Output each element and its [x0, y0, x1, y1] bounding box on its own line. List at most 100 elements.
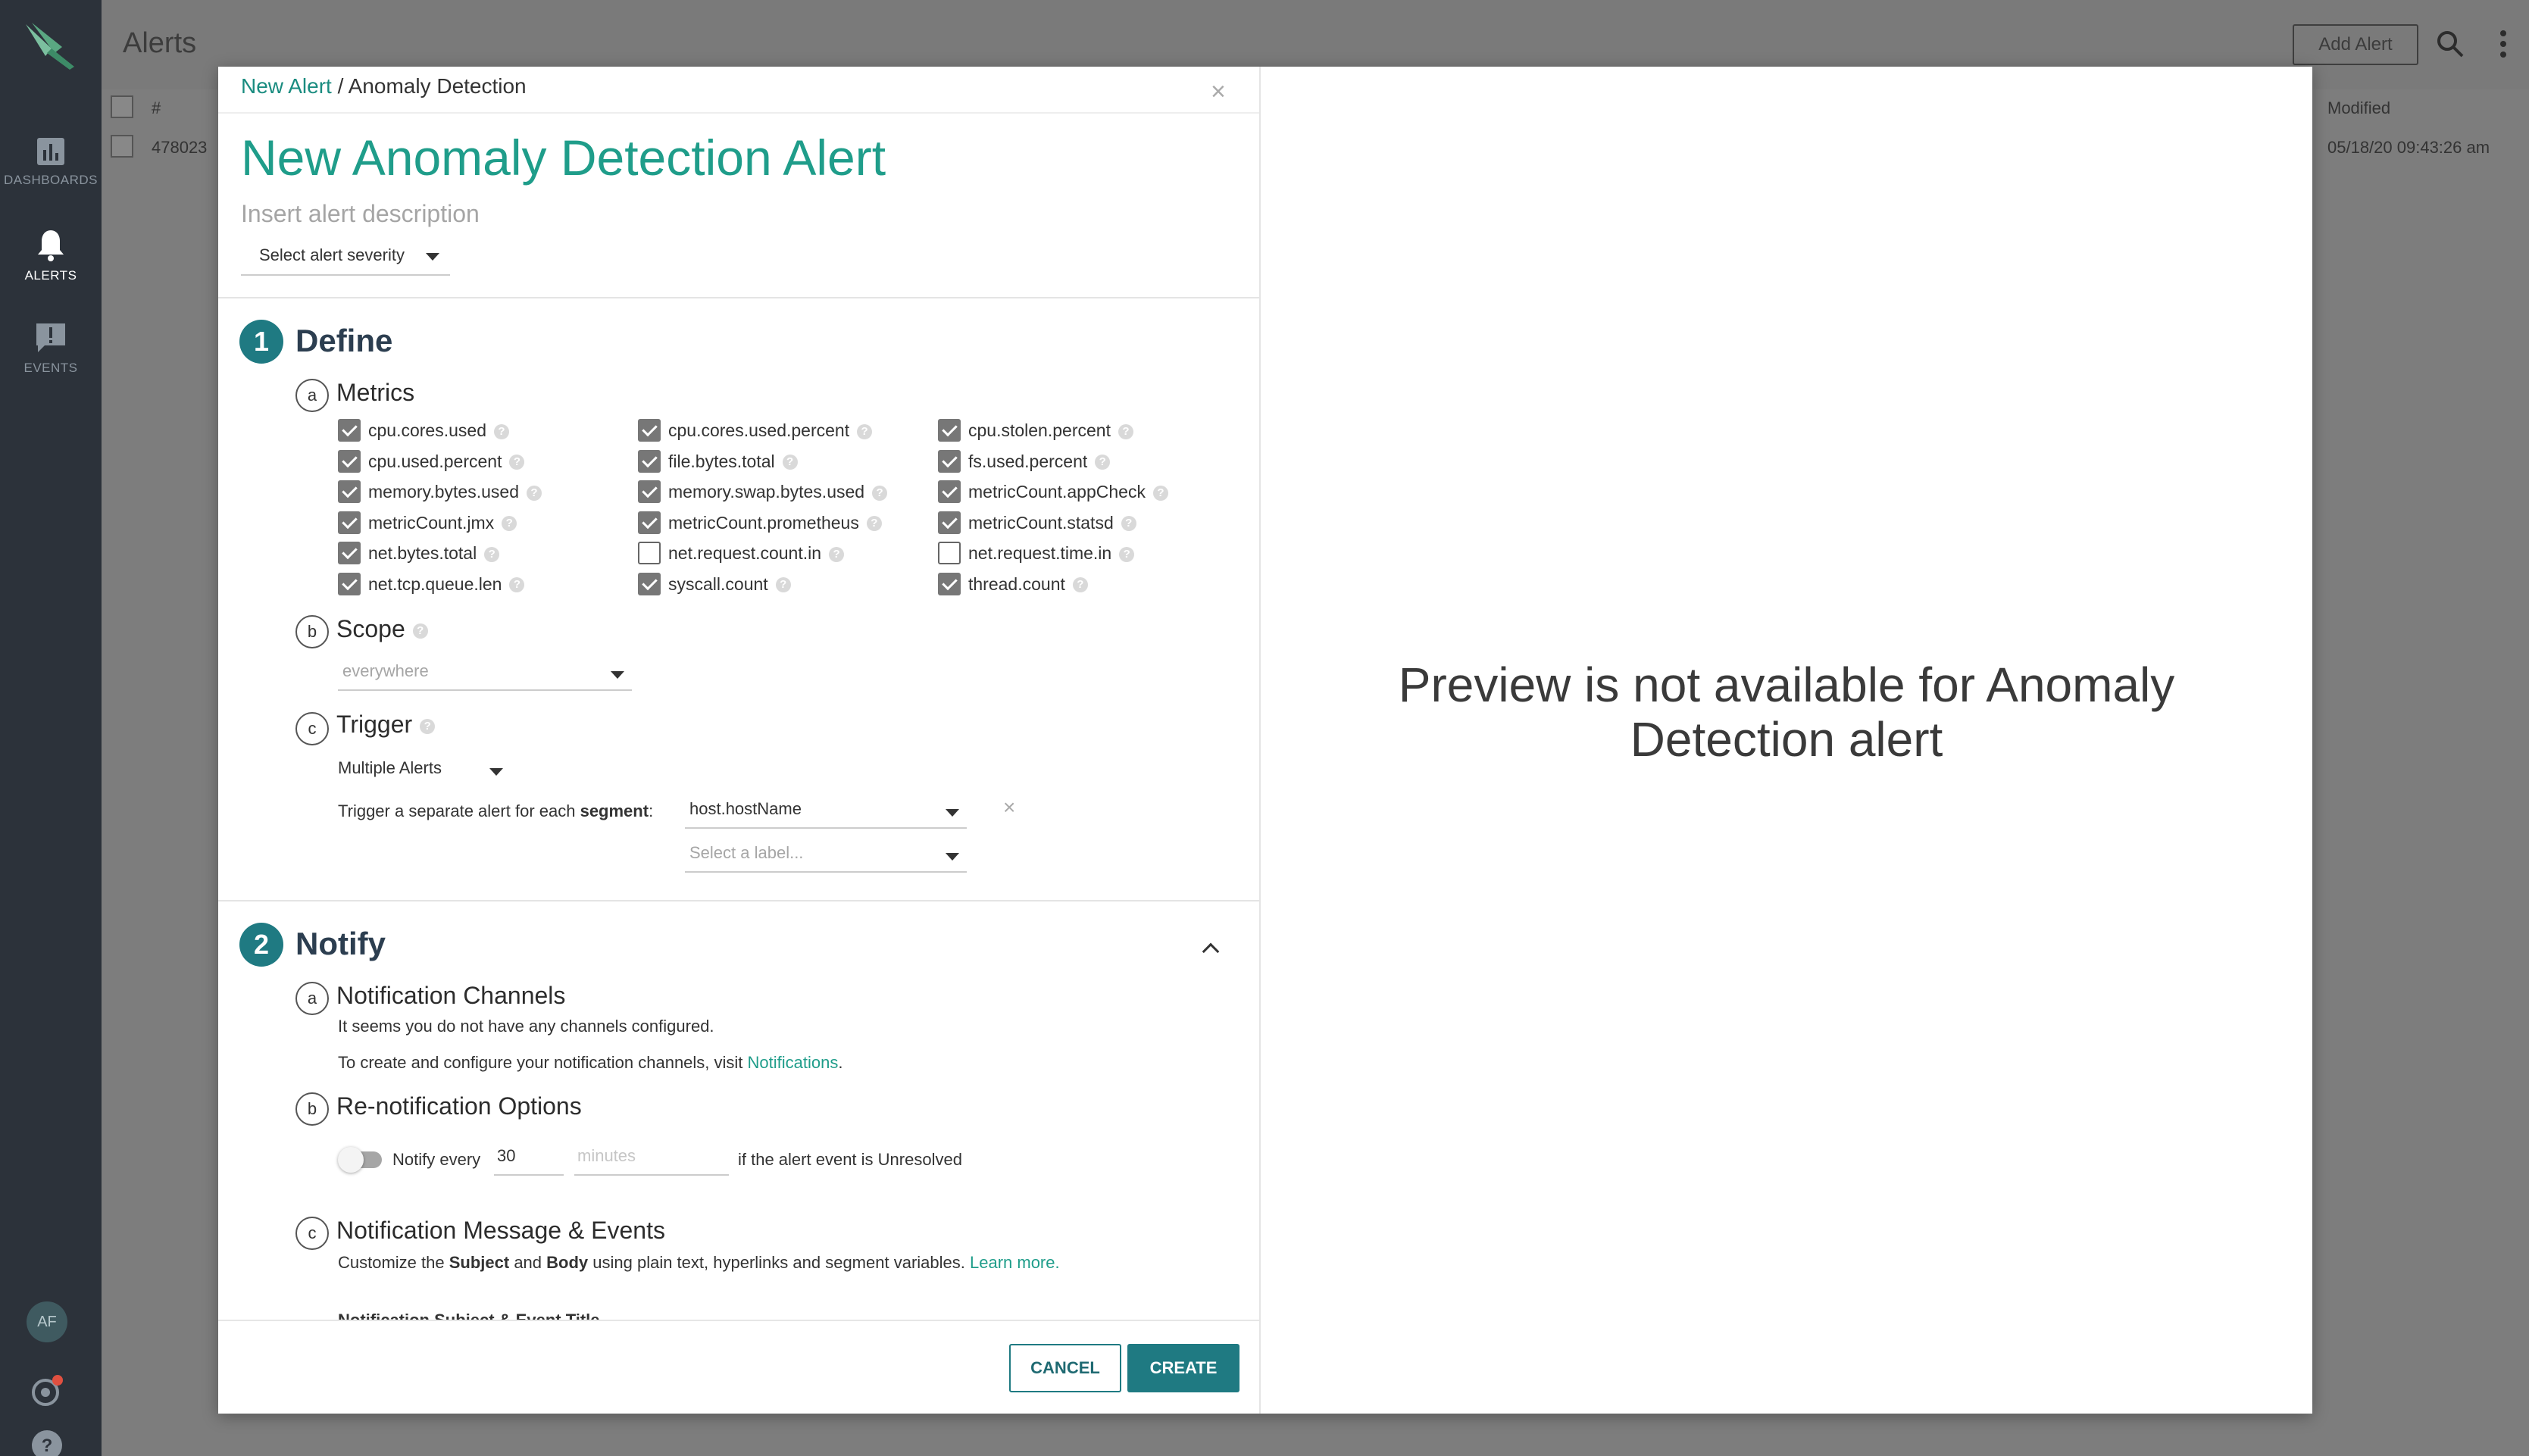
add-alert-button[interactable]: Add Alert [2293, 24, 2418, 65]
help-icon[interactable]: ? [502, 516, 517, 532]
metric-checkbox[interactable] [338, 511, 361, 534]
help-icon[interactable]: ? [782, 455, 798, 470]
metric-checkbox[interactable] [338, 419, 361, 442]
toggle-knob [338, 1147, 364, 1173]
learn-more-link[interactable]: Learn more. [970, 1253, 1060, 1272]
help-icon[interactable]: ? [1072, 577, 1088, 593]
metric-item[interactable]: metricCount.statsd? [938, 511, 1226, 538]
scope-dropdown[interactable]: everywhere [338, 656, 632, 691]
bar-chart-icon [37, 138, 64, 165]
metric-item[interactable]: metricCount.jmx? [338, 511, 626, 538]
metric-item[interactable]: cpu.stolen.percent? [938, 418, 1226, 445]
chevron-down-icon [946, 853, 959, 861]
help-icon[interactable]: ? [493, 423, 509, 439]
metric-checkbox[interactable] [638, 480, 661, 503]
breadcrumb-new-alert-link[interactable]: New Alert [241, 74, 332, 98]
metric-item[interactable]: cpu.cores.used? [338, 418, 626, 445]
logo-icon[interactable] [21, 18, 79, 71]
chevron-up-icon[interactable] [1202, 942, 1220, 961]
metric-item[interactable]: net.bytes.total? [338, 541, 626, 568]
metric-item[interactable]: thread.count? [938, 572, 1226, 599]
renotify-interval-input[interactable]: 30 [494, 1141, 564, 1176]
scope-title: Scope? [336, 615, 428, 643]
segment-label-dropdown[interactable]: Select a label... [685, 838, 967, 873]
metric-label-wrap: net.request.time.in? [968, 541, 1135, 565]
metric-checkbox[interactable] [938, 419, 961, 442]
alert-title[interactable]: New Anomaly Detection Alert [241, 129, 886, 186]
metric-checkbox[interactable] [938, 449, 961, 473]
cancel-button[interactable]: CANCEL [1009, 1344, 1121, 1392]
help-icon[interactable]: ? [1152, 485, 1168, 501]
metric-item[interactable]: net.tcp.queue.len? [338, 572, 626, 599]
help-icon[interactable]: ? [775, 577, 791, 593]
help-icon[interactable]: ? [1119, 546, 1135, 562]
row-id: 478023 [152, 138, 208, 157]
message-title: Notification Message & Events [336, 1217, 665, 1244]
metric-checkbox[interactable] [338, 449, 361, 473]
metric-item[interactable]: net.request.count.in? [638, 541, 926, 568]
nav-events[interactable]: EVENTS [0, 321, 102, 376]
metric-checkbox[interactable] [638, 511, 661, 534]
row-checkbox[interactable] [111, 135, 133, 158]
help-icon[interactable]: ? [420, 718, 436, 734]
metric-item[interactable]: net.request.time.in? [938, 541, 1226, 568]
notifications-link[interactable]: Notifications [748, 1053, 839, 1072]
metric-label-wrap: memory.bytes.used? [368, 480, 542, 504]
metric-item[interactable]: memory.bytes.used? [338, 480, 626, 507]
metric-checkbox[interactable] [938, 542, 961, 564]
segment-dropdown[interactable]: host.hostName [685, 794, 967, 829]
renotify-toggle[interactable] [338, 1147, 382, 1173]
metric-checkbox[interactable] [638, 449, 661, 473]
remove-segment-icon[interactable]: × [1003, 795, 1015, 820]
trigger-mode-dropdown[interactable]: Multiple Alerts [338, 753, 514, 788]
close-icon[interactable]: × [1211, 77, 1226, 107]
channels-title: Notification Channels [336, 982, 566, 1009]
search-icon[interactable] [2435, 29, 2465, 59]
severity-dropdown[interactable]: Select alert severity [241, 238, 450, 276]
metric-checkbox[interactable] [638, 572, 661, 595]
metric-checkbox[interactable] [638, 542, 661, 564]
help-icon[interactable]: ? [872, 485, 888, 501]
alert-description-input[interactable]: Insert alert description [241, 200, 480, 228]
define-title: Define [295, 323, 393, 358]
metric-checkbox[interactable] [938, 511, 961, 534]
bell-icon [38, 230, 64, 261]
metric-checkbox[interactable] [338, 572, 361, 595]
create-button[interactable]: CREATE [1127, 1344, 1239, 1392]
breadcrumb-current: Anomaly Detection [348, 74, 527, 98]
notifications-icon[interactable] [30, 1374, 64, 1408]
help-icon[interactable]: ? [829, 546, 845, 562]
avatar[interactable]: AF [27, 1301, 67, 1342]
metric-item[interactable]: file.bytes.total? [638, 449, 926, 476]
nav-dashboards[interactable]: DASHBOARDS [0, 136, 102, 188]
metric-checkbox[interactable] [338, 480, 361, 503]
metric-item[interactable]: fs.used.percent? [938, 449, 1226, 476]
metric-checkbox[interactable] [338, 542, 361, 564]
metric-item[interactable]: memory.swap.bytes.used? [638, 480, 926, 507]
metric-item[interactable]: cpu.cores.used.percent? [638, 418, 926, 445]
metric-item[interactable]: cpu.used.percent? [338, 449, 626, 476]
metric-checkbox[interactable] [938, 480, 961, 503]
metric-checkbox[interactable] [938, 572, 961, 595]
metric-item[interactable]: metricCount.appCheck? [938, 480, 1226, 507]
help-icon[interactable]: ? [526, 485, 542, 501]
help-icon[interactable]: ? [30, 1429, 64, 1456]
help-icon[interactable]: ? [509, 455, 525, 470]
renotify-unit-input[interactable]: minutes [574, 1141, 729, 1176]
help-icon[interactable]: ? [1121, 516, 1136, 532]
more-vertical-icon[interactable] [2499, 29, 2508, 59]
help-icon[interactable]: ? [857, 423, 873, 439]
metric-item[interactable]: metricCount.prometheus? [638, 511, 926, 538]
help-icon[interactable]: ? [412, 623, 428, 639]
help-icon[interactable]: ? [484, 546, 500, 562]
metric-label-wrap: net.bytes.total? [368, 541, 500, 565]
help-icon[interactable]: ? [1095, 455, 1111, 470]
metric-checkbox[interactable] [638, 419, 661, 442]
metric-item[interactable]: syscall.count? [638, 572, 926, 599]
nav-alerts[interactable]: ALERTS [0, 229, 102, 283]
help-icon[interactable]: ? [509, 577, 525, 593]
help-icon[interactable]: ? [1118, 423, 1133, 439]
help-icon[interactable]: ? [866, 516, 882, 532]
channels-letter: a [295, 982, 329, 1015]
select-all-checkbox[interactable] [111, 95, 133, 118]
